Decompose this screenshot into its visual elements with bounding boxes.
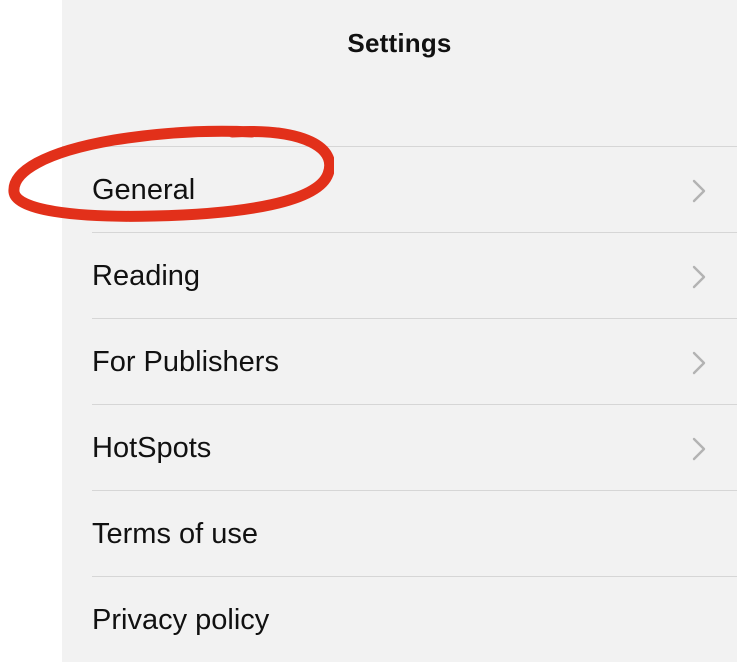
settings-item-label: HotSpots bbox=[92, 432, 212, 464]
settings-item-general[interactable]: General bbox=[62, 147, 737, 233]
settings-item-for-publishers[interactable]: For Publishers bbox=[62, 319, 737, 405]
settings-item-label: Terms of use bbox=[92, 518, 258, 550]
chevron-right-icon bbox=[691, 265, 707, 289]
settings-item-reading[interactable]: Reading bbox=[62, 233, 737, 319]
chevron-right-icon bbox=[691, 437, 707, 461]
settings-item-label: Privacy policy bbox=[92, 604, 270, 636]
settings-list: General Reading For Publishers HotSpots bbox=[62, 146, 737, 662]
settings-item-label: For Publishers bbox=[92, 346, 279, 378]
settings-panel: Settings General Reading For Publishers bbox=[62, 0, 737, 662]
chevron-right-icon bbox=[691, 351, 707, 375]
chevron-right-icon bbox=[691, 179, 707, 203]
page-title: Settings bbox=[347, 28, 452, 58]
settings-screen: Settings General Reading For Publishers bbox=[0, 0, 737, 662]
settings-item-label: General bbox=[92, 174, 196, 206]
settings-item-label: Reading bbox=[92, 260, 201, 292]
settings-item-privacy-policy[interactable]: Privacy policy bbox=[62, 577, 737, 662]
settings-item-terms-of-use[interactable]: Terms of use bbox=[62, 491, 737, 577]
settings-item-hotspots[interactable]: HotSpots bbox=[62, 405, 737, 491]
